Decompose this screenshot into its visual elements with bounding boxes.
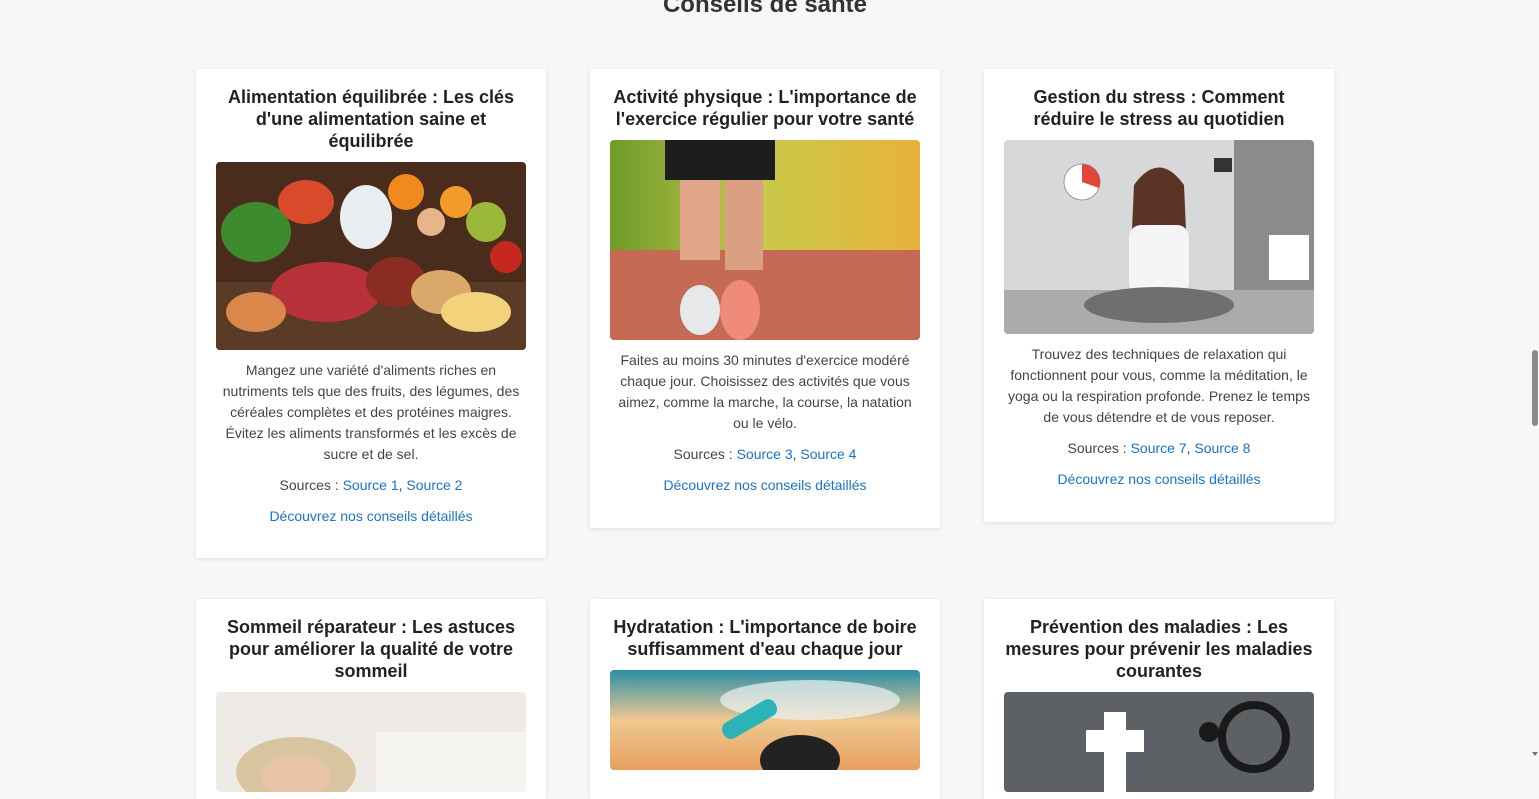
scroll-down-arrow-icon[interactable] (1532, 752, 1538, 756)
scrollbar-thumb[interactable] (1532, 350, 1538, 426)
details-link[interactable]: Découvrez nos conseils détaillés (1004, 469, 1314, 490)
card-title: Gestion du stress : Comment réduire le s… (1033, 87, 1285, 129)
card-title: Alimentation équilibrée : Les clés d'une… (227, 87, 515, 151)
details-link[interactable]: Découvrez nos conseils détaillés (610, 475, 920, 496)
sources-label: Sources : (279, 477, 339, 493)
card-sources: Sources : Source 1, Source 2 (279, 477, 463, 493)
card-image-prevention (1004, 692, 1314, 792)
source-link[interactable]: Source 1 (343, 477, 399, 493)
page-scrollbar[interactable] (1530, 0, 1539, 758)
health-card-sleep: Sommeil réparateur : Les astuces pour am… (196, 599, 546, 799)
card-description: Trouvez des techniques de relaxation qui… (1008, 346, 1310, 425)
card-description: Faites au moins 30 minutes d'exercice mo… (618, 352, 912, 431)
card-image-food (216, 162, 526, 350)
source-link[interactable]: Source 3 (737, 446, 793, 462)
source-link[interactable]: Source 2 (406, 477, 462, 493)
sources-label: Sources : (673, 446, 733, 462)
health-card-exercise: Activité physique : L'importance de l'ex… (590, 69, 940, 528)
card-title: Prévention des maladies : Les mesures po… (1005, 617, 1313, 681)
card-image-meditation (1004, 140, 1314, 334)
health-card-stress: Gestion du stress : Comment réduire le s… (984, 69, 1334, 522)
source-link[interactable]: Source 4 (800, 446, 856, 462)
health-card-hydration: Hydratation : L'importance de boire suff… (590, 599, 940, 799)
card-image-running (610, 140, 920, 340)
sources-label: Sources : (1067, 440, 1127, 456)
health-card-prevention: Prévention des maladies : Les mesures po… (984, 599, 1334, 799)
card-image-sleep (216, 692, 526, 792)
card-title: Sommeil réparateur : Les astuces pour am… (226, 617, 516, 681)
source-link[interactable]: Source 7 (1131, 440, 1187, 456)
card-title: Activité physique : L'importance de l'ex… (613, 87, 917, 129)
health-card-nutrition: Alimentation équilibrée : Les clés d'une… (196, 69, 546, 558)
page-title: Conseils de santé (662, 0, 868, 18)
source-link[interactable]: Source 8 (1194, 440, 1250, 456)
card-sources: Sources : Source 3, Source 4 (673, 446, 857, 462)
card-image-hydration (610, 670, 920, 770)
card-description: Mangez une variété d'aliments riches en … (222, 362, 520, 462)
details-link[interactable]: Découvrez nos conseils détaillés (216, 506, 526, 527)
card-sources: Sources : Source 7, Source 8 (1067, 440, 1251, 456)
card-title: Hydratation : L'importance de boire suff… (613, 617, 917, 659)
